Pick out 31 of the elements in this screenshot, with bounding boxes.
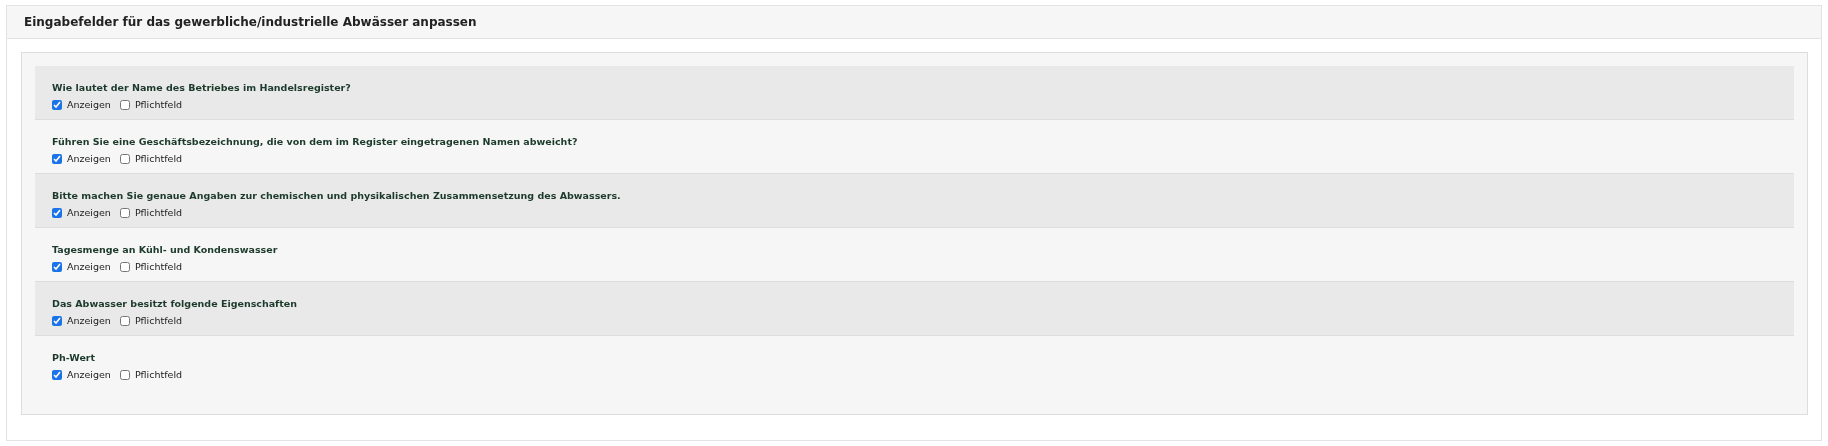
question-label: Ph-Wert <box>52 351 96 365</box>
panel-title: Eingabefelder für das gewerbliche/industrielle Abwässer anpassen <box>24 14 477 31</box>
checkbox[interactable] <box>119 262 130 273</box>
checkbox[interactable] <box>119 208 130 219</box>
checkbox[interactable] <box>52 316 62 327</box>
checkbox-label[interactable]: Anzeigen <box>67 98 111 113</box>
checkbox[interactable] <box>52 370 62 381</box>
checkbox-label[interactable]: Pflichtfeld <box>134 206 183 221</box>
checkbox-label[interactable]: Pflichtfeld <box>134 98 183 113</box>
checkbox-label[interactable]: Anzeigen <box>67 368 111 383</box>
question-label: Wie lautet der Name des Betriebes im Handelsregister? <box>52 81 351 95</box>
question-label: Führen Sie eine Geschäftsbezeichnung, die von dem im Register eingetragenen Namen abweicht? <box>52 135 578 149</box>
checkbox[interactable] <box>52 208 62 219</box>
checkbox[interactable] <box>119 154 130 165</box>
checkbox-label[interactable]: Anzeigen <box>67 206 111 221</box>
checkbox-label[interactable]: Anzeigen <box>67 314 111 329</box>
checkbox-label[interactable]: Pflichtfeld <box>134 314 183 329</box>
checkbox[interactable] <box>52 262 62 273</box>
question-label: Das Abwasser besitzt folgende Eigenschaften <box>52 297 297 311</box>
checkbox-label[interactable]: Anzeigen <box>67 152 111 167</box>
checkbox[interactable] <box>52 154 62 165</box>
checkbox-label[interactable]: Pflichtfeld <box>134 260 183 275</box>
checkbox-label[interactable]: Pflichtfeld <box>134 152 183 167</box>
checkbox[interactable] <box>52 100 62 111</box>
checkbox-label[interactable]: Anzeigen <box>67 260 111 275</box>
checkbox-label[interactable]: Pflichtfeld <box>134 368 183 383</box>
checkbox[interactable] <box>119 316 130 327</box>
question-label: Tagesmenge an Kühl- und Kondenswasser <box>52 243 278 257</box>
question-label: Bitte machen Sie genaue Angaben zur chemischen und physikalischen Zusammensetzung des Abwassers. <box>52 189 621 203</box>
checkbox[interactable] <box>119 370 130 381</box>
checkbox[interactable] <box>119 100 130 111</box>
